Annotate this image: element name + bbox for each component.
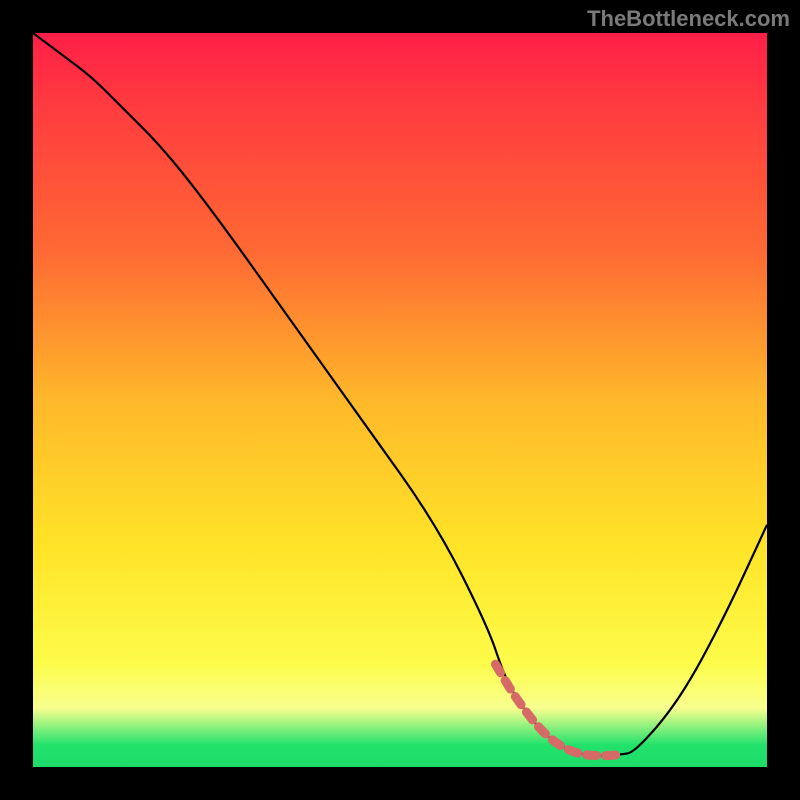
marker-curve bbox=[495, 664, 620, 755]
chart-svg bbox=[33, 33, 767, 767]
watermark: TheBottleneck.com bbox=[587, 6, 790, 32]
plot-area bbox=[33, 33, 767, 767]
main-curve bbox=[33, 33, 767, 756]
chart-frame: TheBottleneck.com bbox=[0, 0, 800, 800]
